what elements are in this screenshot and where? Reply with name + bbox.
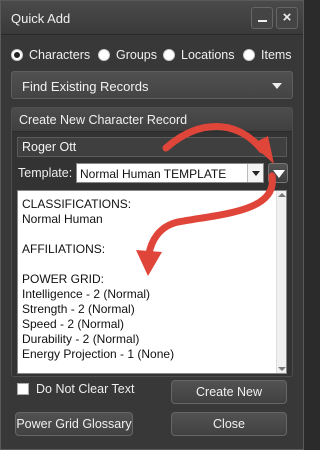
radio-label: Groups	[116, 48, 157, 62]
textarea-scrollbar[interactable]	[276, 191, 286, 373]
create-record-title: Create New Character Record	[19, 113, 188, 127]
checkbox-box	[17, 383, 29, 395]
create-new-button[interactable]: Create New	[171, 380, 287, 404]
radio-label: Items	[261, 48, 292, 62]
radio-dot-icon	[11, 49, 23, 61]
find-existing-label: Find Existing Records	[22, 79, 149, 94]
radio-dot-icon	[98, 49, 110, 61]
chevron-down-icon	[272, 83, 282, 89]
radio-items[interactable]: Items	[243, 46, 292, 64]
record-type-radio-group: Characters Groups Locations Items	[11, 46, 301, 64]
scroll-down-icon[interactable]	[278, 367, 286, 371]
power-grid-glossary-button[interactable]: Power Grid Glossary	[15, 412, 133, 436]
radio-characters[interactable]: Characters	[11, 46, 90, 64]
record-description-textarea[interactable]: CLASSIFICATIONS: Normal Human AFFILIATIO…	[17, 190, 287, 374]
create-record-panel: Create New Character Record Template: No…	[11, 107, 293, 377]
do-not-clear-label: Do Not Clear Text	[36, 382, 135, 396]
template-select[interactable]: Normal Human TEMPLATE	[76, 163, 264, 183]
do-not-clear-checkbox[interactable]: Do Not Clear Text	[17, 382, 134, 396]
close-button[interactable]: Close	[171, 412, 287, 436]
record-description-text: CLASSIFICATIONS: Normal Human AFFILIATIO…	[22, 197, 175, 361]
radio-dot-icon	[243, 49, 255, 61]
scroll-up-icon[interactable]	[278, 193, 286, 197]
title-bar: Quick Add ×	[1, 1, 303, 35]
quick-add-window: Quick Add × Characters Groups Locations …	[0, 0, 304, 450]
radio-label: Locations	[181, 48, 235, 62]
close-icon: ×	[282, 9, 292, 26]
window-title: Quick Add	[11, 11, 71, 26]
minimize-icon	[258, 20, 267, 22]
radio-groups[interactable]: Groups	[98, 46, 157, 64]
select-arrow-icon	[247, 164, 263, 182]
template-value: Normal Human TEMPLATE	[80, 167, 227, 181]
find-existing-records-dropdown[interactable]: Find Existing Records	[11, 71, 293, 99]
minimize-button[interactable]	[251, 7, 273, 29]
close-window-button[interactable]: ×	[276, 7, 298, 29]
character-name-input[interactable]	[17, 137, 287, 157]
template-label: Template:	[18, 166, 73, 180]
radio-label: Characters	[29, 48, 91, 62]
apply-template-button[interactable]	[268, 163, 288, 183]
create-record-header[interactable]: Create New Character Record	[12, 108, 292, 132]
radio-dot-icon	[163, 49, 175, 61]
radio-locations[interactable]: Locations	[163, 46, 235, 64]
